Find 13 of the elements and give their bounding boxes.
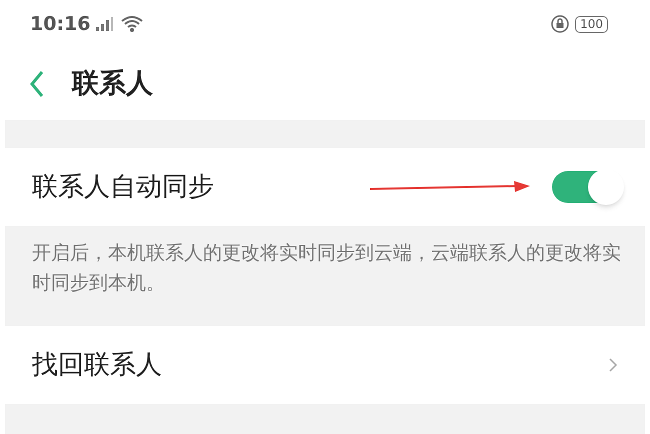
time: 10:16 — [30, 12, 90, 37]
setting-description: 开启后，本机联系人的更改将实时同步到云端，云端联系人的更改将实时同步到本机。 — [32, 241, 622, 296]
arrow-icon — [370, 180, 530, 194]
wifi-icon — [120, 15, 144, 33]
page-title: 联系人 — [72, 66, 153, 101]
lock-icon — [551, 15, 570, 33]
setting-label: 联系人自动同步 — [32, 170, 214, 204]
setting-label: 找回联系人 — [32, 348, 162, 382]
sync-toggle[interactable] — [552, 171, 622, 203]
recover-contacts-row[interactable]: 找回联系人 — [0, 326, 650, 404]
chevron-icon — [608, 357, 618, 373]
battery-indicator: 100 — [575, 16, 608, 32]
back-icon[interactable] — [28, 69, 46, 99]
